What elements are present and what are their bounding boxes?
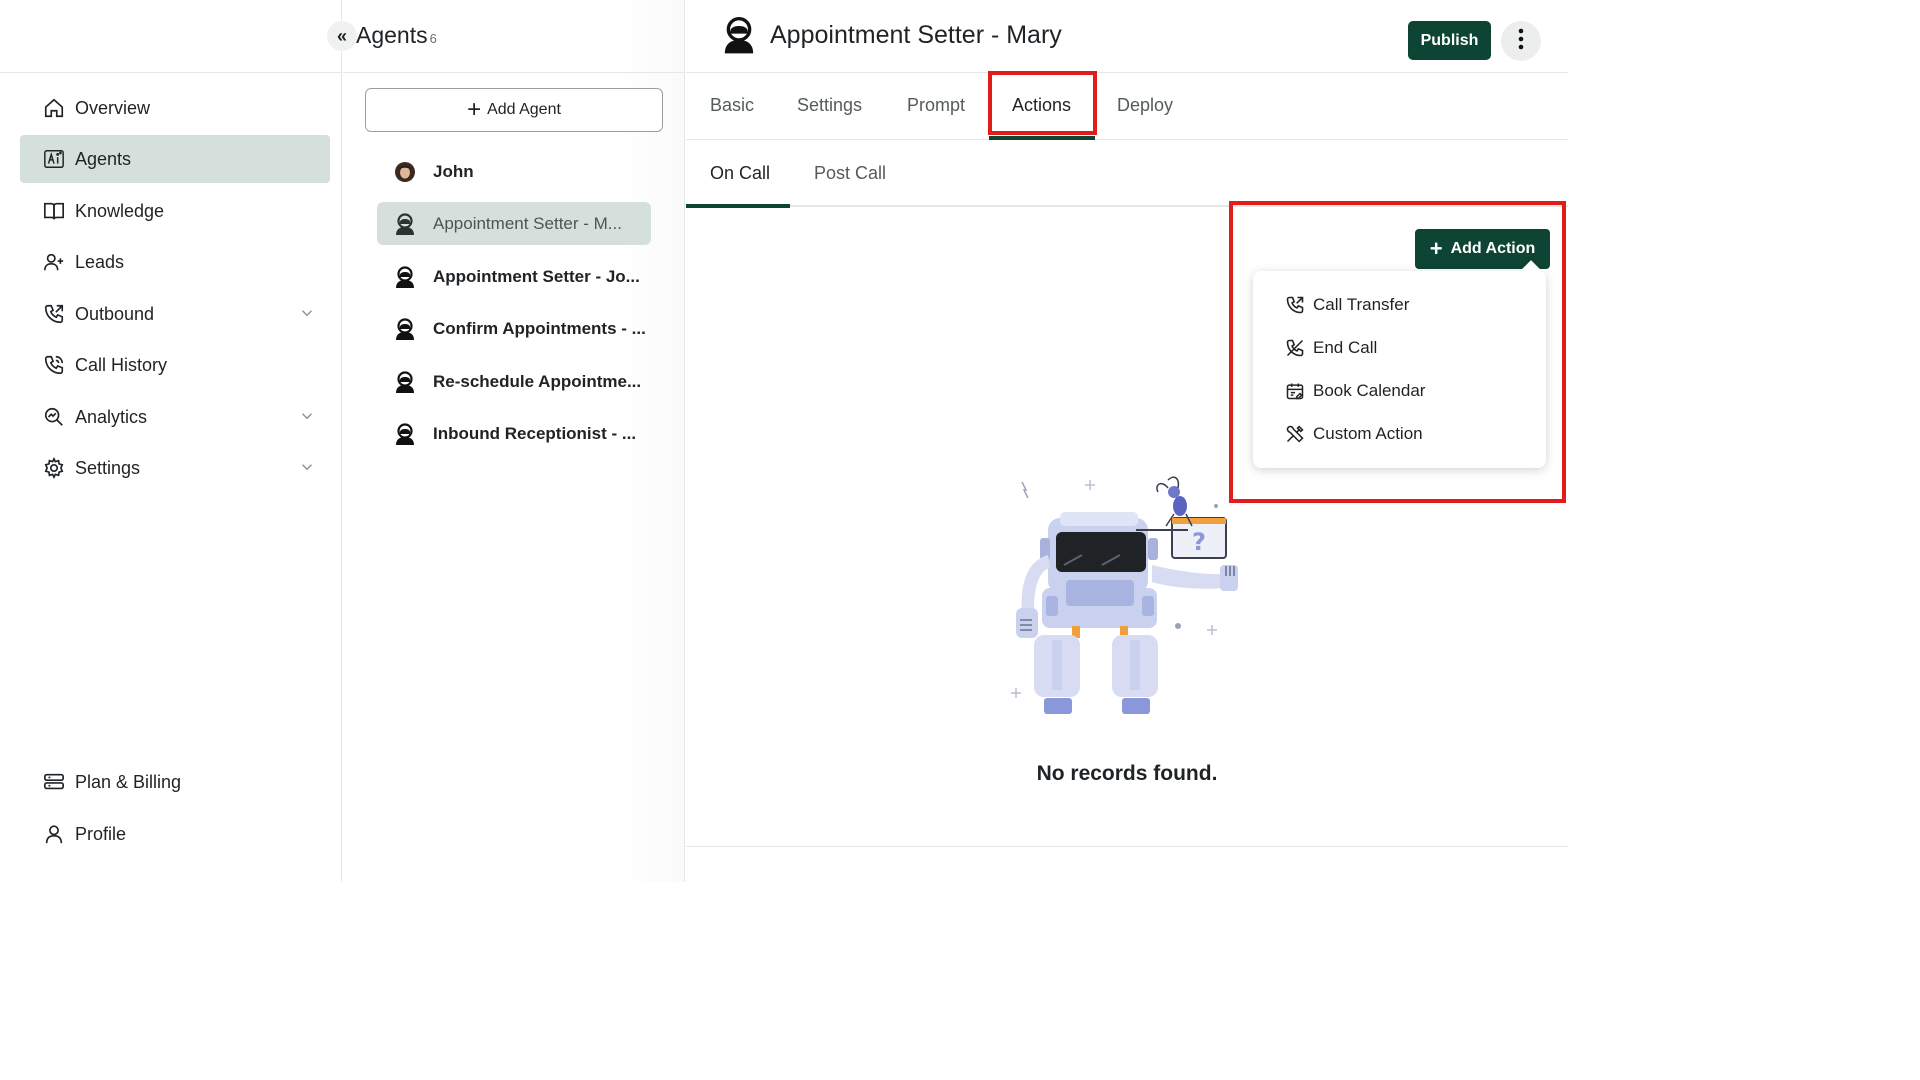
sidebar-item-leads[interactable]: Leads [20,238,330,286]
agents-title: Agents 6 [356,22,437,49]
sidebar-item-settings[interactable]: Settings [20,444,330,492]
publish-button[interactable]: Publish [1408,21,1491,60]
home-icon [42,96,66,120]
headset-agent-icon [722,15,756,55]
agent-name: Re-schedule Appointme... [433,371,642,391]
headset-agent-icon [393,265,417,289]
plus-icon: + [467,96,482,123]
sidebar-header [0,0,341,73]
main-panel: Appointment Setter - Mary Publish Basic … [686,0,1568,882]
agent-list-item[interactable]: Re-schedule Appointme... [377,360,651,403]
main-header: Appointment Setter - Mary Publish [686,0,1568,73]
agent-list-item[interactable]: Confirm Appointments - ... [377,307,651,350]
subtab-post-call[interactable]: Post Call [814,163,886,184]
agent-list-item[interactable]: Appointment Setter - Jo... [377,255,651,298]
double-chevron-left-icon: « [336,25,347,46]
sidebar-item-label: Knowledge [75,200,165,221]
agents-count: 6 [429,31,437,46]
tab-bar: Basic Settings Prompt Actions Deploy [686,73,1568,140]
more-options-button[interactable] [1501,21,1541,61]
user-plus-icon [42,250,66,274]
content-divider [686,846,1568,847]
chevron-down-icon[interactable] [298,458,316,476]
empty-state-text: No records found. [1036,762,1218,785]
active-tab-indicator [989,136,1095,140]
sidebar-item-label: Overview [75,97,151,118]
agent-list-item[interactable]: Appointment Setter - M... [377,202,651,245]
agent-name: Confirm Appointments - ... [433,318,646,338]
active-subtab-indicator [686,204,790,208]
kebab-menu-icon [1518,28,1524,55]
add-agent-label: Add Agent [487,101,561,118]
agents-title-text: Agents [356,22,428,48]
book-icon [42,199,66,223]
tab-basic[interactable]: Basic [710,95,754,116]
tab-settings[interactable]: Settings [797,95,862,116]
subtab-bar: On Call Post Call [686,141,1568,207]
sidebar: Overview Agents Knowledge Leads Outbound… [0,0,342,882]
sidebar-item-label: Agents [75,148,132,169]
subtab-on-call[interactable]: On Call [710,163,770,184]
avatar [393,160,417,184]
gear-icon [42,456,66,480]
tab-deploy[interactable]: Deploy [1117,95,1173,116]
agent-list-item[interactable]: John [377,150,651,193]
chevron-down-icon[interactable] [298,304,316,322]
sidebar-item-outbound[interactable]: Outbound [20,290,330,338]
ai-agent-icon [42,147,66,171]
analytics-icon [42,405,66,429]
sidebar-item-plan-billing[interactable]: Plan & Billing [20,758,330,806]
page-title: Appointment Setter - Mary [770,21,1062,49]
sidebar-item-call-history[interactable]: Call History [20,341,330,389]
chevron-down-icon[interactable] [298,407,316,425]
collapse-panel-button[interactable]: « [327,21,357,51]
sidebar-item-overview[interactable]: Overview [20,84,330,132]
sidebar-item-label: Leads [75,251,125,272]
highlight-box-add-action [1229,201,1566,503]
agent-name: Appointment Setter - Jo... [433,266,640,286]
sidebar-item-knowledge[interactable]: Knowledge [20,187,330,235]
add-agent-button[interactable]: + Add Agent [365,88,663,132]
sidebar-item-label: Settings [75,457,141,478]
headset-agent-icon [393,370,417,394]
tab-prompt[interactable]: Prompt [907,95,965,116]
user-icon [42,822,66,846]
sidebar-item-label: Plan & Billing [75,771,182,792]
robot-illustration: ? [1002,470,1252,720]
sidebar-item-label: Analytics [75,406,148,427]
sidebar-item-label: Outbound [75,303,155,324]
headset-agent-icon [393,212,417,236]
svg-text:?: ? [1192,528,1206,556]
billing-icon [42,770,66,794]
sidebar-item-agents[interactable]: Agents [20,135,330,183]
agent-list-item[interactable]: Inbound Receptionist - ... [377,412,651,455]
highlight-box-actions-tab [988,71,1097,135]
sidebar-item-label: Profile [75,823,127,844]
agents-header: Agents 6 [343,0,684,73]
headset-agent-icon [393,422,417,446]
sidebar-item-label: Call History [75,354,168,375]
sidebar-item-profile[interactable]: Profile [20,810,330,858]
phone-history-icon [42,353,66,377]
agent-name: John [433,161,474,181]
agent-name: Inbound Receptionist - ... [433,423,637,443]
phone-outgoing-icon [42,302,66,326]
headset-agent-icon [393,317,417,341]
agents-panel: Agents 6 + Add Agent John Appointment Set… [343,0,685,882]
sidebar-item-analytics[interactable]: Analytics [20,393,330,441]
agent-name: Appointment Setter - M... [433,213,622,233]
